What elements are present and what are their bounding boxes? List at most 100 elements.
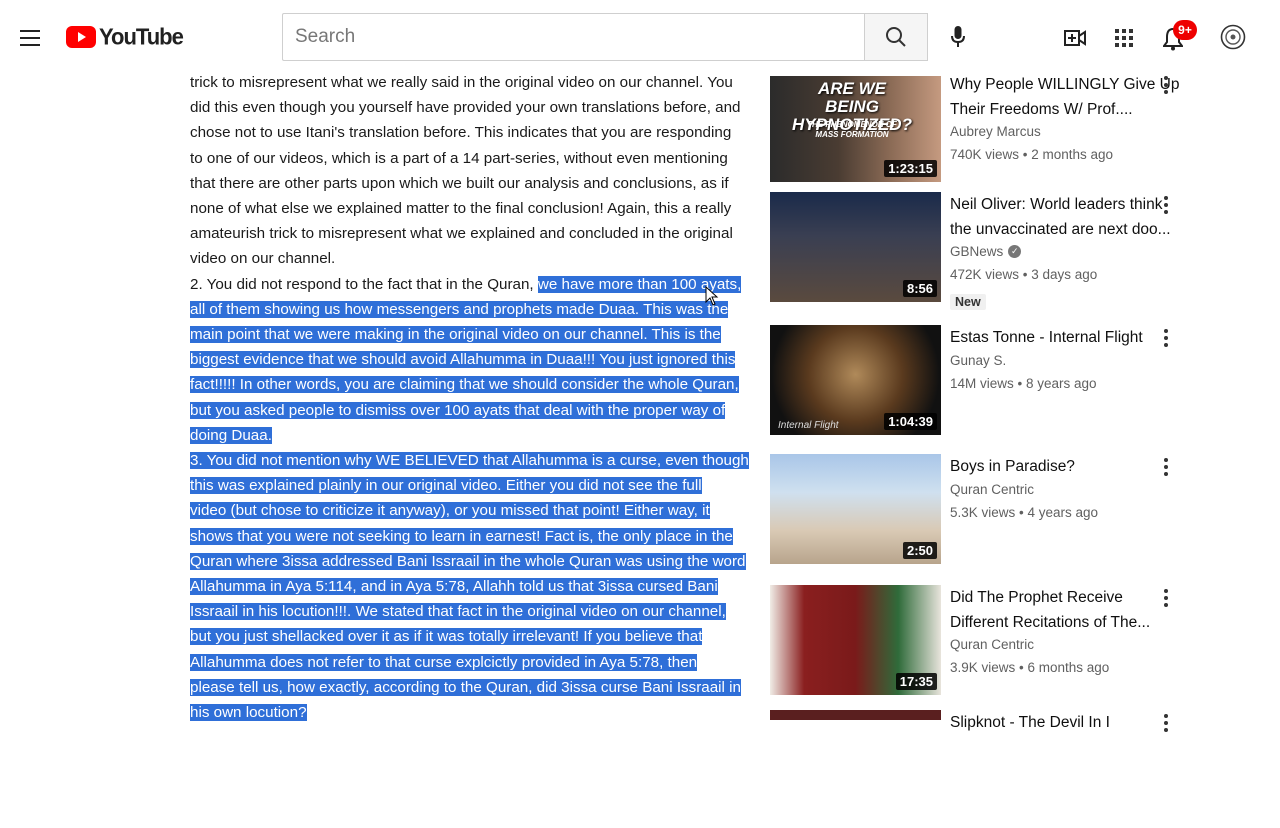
comment-selected-text: Allahumma does not refer to that curse e… — [190, 653, 698, 671]
more-options-icon[interactable] — [1158, 454, 1174, 480]
recommended-video[interactable]: 2:50 Boys in Paradise? Quran Centric 5.3K v… — [770, 454, 1240, 572]
channel-name[interactable]: GBNews ✓ — [950, 244, 1022, 259]
channel-name-text: GBNews — [950, 244, 1004, 259]
recommended-video[interactable]: 8:56 Neil Oliver: World leaders think the … — [770, 192, 1240, 310]
comment-line: his own locution? — [190, 700, 712, 725]
comment-line: did this even though you yourself have p… — [190, 95, 740, 120]
comment-line: 2. You did not respond to the fact that … — [190, 272, 742, 297]
video-title[interactable]: Why People WILLINGLY Give Up Their Freedo… — [950, 72, 1179, 122]
recommended-video[interactable]: Internal Flight 1:04:39 Estas Tonne - Inte… — [770, 325, 1240, 443]
video-thumbnail[interactable]: 17:35 — [770, 585, 941, 695]
more-options-icon[interactable] — [1158, 710, 1174, 736]
comment-selected-text: video (but chose to criticize it anyway)… — [190, 502, 710, 520]
video-title-line: Estas Tonne - Internal Flight — [950, 329, 1143, 346]
youtube-logo[interactable]: YouTube — [66, 23, 184, 50]
search-icon — [886, 27, 906, 47]
comment-line: none of what else we explained matter to… — [190, 196, 731, 221]
comment-line: video (but chose to criticize it anyway)… — [190, 498, 712, 523]
mouse-cursor-icon — [705, 286, 719, 306]
comment-line: please tell us, how exactly, according t… — [190, 675, 741, 700]
video-title[interactable]: Estas Tonne - Internal Flight — [950, 325, 1162, 350]
comment-line: that there are other parts upon which we… — [190, 171, 729, 196]
comment-selected-text: fact!!!!! In other words, you are claimi… — [190, 376, 739, 394]
channel-name-text: Quran Centric — [950, 637, 1035, 652]
search-input[interactable] — [282, 13, 864, 61]
comment-line: fact!!!!! In other words, you are claimi… — [190, 372, 739, 397]
video-duration: 17:35 — [895, 673, 937, 690]
recommended-video[interactable]: Slipknot - The Devil In I — [770, 710, 1240, 828]
video-thumbnail[interactable]: 8:56 — [770, 192, 941, 302]
video-title-line: Different Recitations of The... — [950, 614, 1151, 631]
video-thumbnail[interactable]: 2:50 — [770, 454, 941, 564]
comment-selected-text: please tell us, how exactly, according t… — [190, 678, 741, 696]
more-options-icon[interactable] — [1158, 585, 1174, 611]
thumbnail-text: Internal Flight — [778, 420, 839, 431]
video-title[interactable]: Did The Prophet Receive Different Recitat… — [950, 585, 1162, 635]
channel-name-text: Gunay S. — [950, 353, 1007, 368]
comment-text: that there are other parts upon which we… — [190, 174, 729, 192]
channel-name[interactable]: Quran Centric — [950, 482, 1034, 497]
comment-selected-text: this was explained plainly in our origin… — [190, 477, 702, 495]
account-avatar[interactable] — [1218, 22, 1248, 52]
comment-line: chose not to use Itani's translation bef… — [190, 120, 731, 145]
video-meta: 3.9K views • 6 months ago — [950, 660, 1110, 675]
video-duration: 2:50 — [902, 542, 937, 559]
recommended-video[interactable]: 17:35 Did The Prophet Receive Different Re… — [770, 585, 1240, 703]
video-title-line: Slipknot - The Devil In I — [950, 714, 1110, 731]
comment-selected-text: Issraail in his locution!!!. We stated t… — [190, 603, 726, 621]
comment-line: Issraail in his locution!!!. We stated t… — [190, 599, 726, 624]
comment-line: biggest evidence that we should avoid Al… — [190, 347, 736, 372]
comment-selected-text: 3. You did not mention why WE BELIEVED t… — [190, 452, 749, 470]
comment-line: amateurish trick to misrepresent what we… — [190, 221, 733, 246]
video-meta: 472K views • 3 days ago — [950, 267, 1098, 282]
video-title[interactable]: Boys in Paradise? — [950, 454, 1162, 479]
video-title[interactable]: Neil Oliver: World leaders think the unva… — [950, 192, 1171, 242]
video-thumbnail[interactable] — [770, 710, 941, 720]
comment-line: this was explained plainly in our origin… — [190, 473, 712, 498]
more-options-icon[interactable] — [1158, 325, 1174, 351]
thumbnail-subtext: THE PHENOMENON OF MASS FORMATION — [807, 120, 897, 139]
more-options-icon[interactable] — [1158, 192, 1174, 218]
comment-line: to one of our videos, which is a part of… — [190, 146, 728, 171]
comment-selected-text: main point that we were making in the or… — [190, 326, 721, 344]
comment-line: all of them showing us how messengers an… — [190, 297, 729, 322]
comment-selected-text: shows that you were not seeking to learn… — [190, 527, 733, 545]
apps-grid-icon[interactable] — [1110, 24, 1138, 52]
comment-text: did this even though you yourself have p… — [190, 99, 741, 117]
comment-text: amateurish trick to misrepresent what we… — [190, 225, 733, 243]
comment-selected-text: but you just shellacked over it as if it… — [190, 628, 703, 646]
logo-text: YouTube — [99, 23, 184, 50]
voice-search-button[interactable] — [941, 20, 975, 54]
channel-name-text: Aubrey Marcus — [950, 124, 1041, 139]
channel-name[interactable]: Aubrey Marcus — [950, 124, 1041, 139]
video-title[interactable]: Slipknot - The Devil In I — [950, 710, 1162, 735]
comment-text: none of what else we explained matter to… — [190, 200, 732, 218]
recommended-video[interactable]: ARE WE BEING HYPNOTIZED? THE PHENOMENON O… — [770, 72, 1240, 190]
video-thumbnail[interactable]: Internal Flight 1:04:39 — [770, 325, 941, 435]
channel-name[interactable]: Gunay S. — [950, 353, 1006, 368]
video-title-line: the unvaccinated are next doo... — [950, 221, 1171, 238]
top-bar: YouTube 9+ — [0, 0, 1280, 76]
microphone-icon — [951, 26, 965, 47]
video-title-line: Boys in Paradise? — [950, 458, 1075, 475]
video-meta: 14M views • 8 years ago — [950, 376, 1097, 391]
comment-text: to one of our videos, which is a part of… — [190, 149, 728, 167]
create-video-icon[interactable] — [1061, 24, 1089, 52]
comment-selected-text: his own locution? — [190, 704, 307, 722]
search-button[interactable] — [864, 13, 928, 61]
video-duration: 1:23:15 — [884, 160, 937, 177]
channel-name-text: Quran Centric — [950, 482, 1035, 497]
comment-line: main point that we were making in the or… — [190, 322, 721, 347]
comment-selected-text: biggest evidence that we should avoid Al… — [190, 351, 736, 369]
comment-line: Quran where 3issa addressed Bani Issraai… — [190, 549, 746, 574]
menu-icon[interactable] — [14, 22, 46, 54]
video-title-line: Their Freedoms W/ Prof.... — [950, 101, 1133, 118]
comment-selected-text: Quran where 3issa addressed Bani Issraai… — [190, 552, 746, 570]
video-thumbnail[interactable]: ARE WE BEING HYPNOTIZED? THE PHENOMENON O… — [770, 72, 941, 182]
comment-line: but you asked people to dismiss over 100… — [190, 398, 726, 423]
comment-selected-text: but you asked people to dismiss over 100… — [190, 401, 726, 419]
video-duration: 1:04:39 — [884, 413, 937, 430]
video-title-line: Neil Oliver: World leaders think — [950, 196, 1163, 213]
channel-name[interactable]: Quran Centric — [950, 637, 1034, 652]
comment-text: chose not to use Itani's translation bef… — [190, 124, 732, 142]
